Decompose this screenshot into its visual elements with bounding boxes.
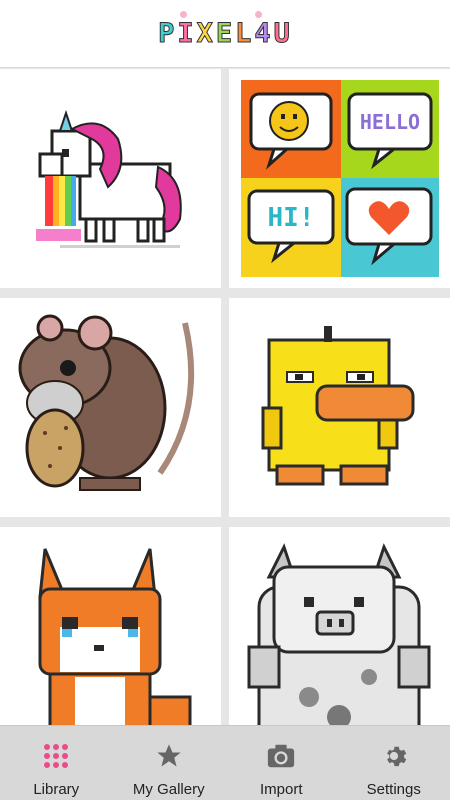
app-header: P I X E L 4 U xyxy=(0,0,450,68)
tab-import[interactable]: Import xyxy=(225,726,338,800)
tab-settings-label: Settings xyxy=(366,781,421,798)
logo-letter: P xyxy=(158,18,177,50)
gear-icon xyxy=(379,741,409,771)
hi-text: HI! xyxy=(268,203,315,233)
unicorn-artwork[interactable] xyxy=(0,69,221,288)
star-icon xyxy=(154,741,184,771)
logo-letter: E xyxy=(215,18,235,50)
pig-image xyxy=(247,543,431,725)
duck-image xyxy=(261,326,415,486)
artwork-grid: HELLO HI! xyxy=(0,69,450,725)
bottom-tab-bar: Library My Gallery Import Settings xyxy=(0,725,450,800)
logo-letter: U xyxy=(273,18,292,50)
logo-letter: 4 xyxy=(254,18,273,50)
camera-icon xyxy=(266,741,296,771)
logo-letter: X xyxy=(196,18,215,50)
tab-my-gallery[interactable]: My Gallery xyxy=(113,726,226,800)
hello-text: HELLO xyxy=(360,110,420,134)
rat-image xyxy=(18,314,195,491)
logo-dot xyxy=(180,11,188,18)
pig-artwork[interactable] xyxy=(229,527,450,725)
tab-my-gallery-label: My Gallery xyxy=(132,781,205,798)
fox-image xyxy=(38,548,192,725)
rat-artwork[interactable] xyxy=(0,298,221,517)
fox-artwork[interactable] xyxy=(0,527,221,725)
speech-bubbles-artwork[interactable]: HELLO HI! xyxy=(229,69,450,288)
logo-letter: L xyxy=(235,18,254,50)
unicorn-image xyxy=(36,109,182,248)
speech-bubbles-image: HELLO HI! xyxy=(241,80,439,277)
tab-settings[interactable]: Settings xyxy=(338,726,450,800)
tab-library-label: Library xyxy=(33,781,80,798)
duck-artwork[interactable] xyxy=(229,298,450,517)
logo-dot xyxy=(255,11,263,18)
app-logo: P I X E L 4 U xyxy=(158,11,292,50)
tab-library[interactable]: Library xyxy=(0,726,113,800)
grid-dots-icon xyxy=(41,741,71,771)
tab-import-label: Import xyxy=(259,781,303,798)
logo-letter: I xyxy=(177,18,196,50)
